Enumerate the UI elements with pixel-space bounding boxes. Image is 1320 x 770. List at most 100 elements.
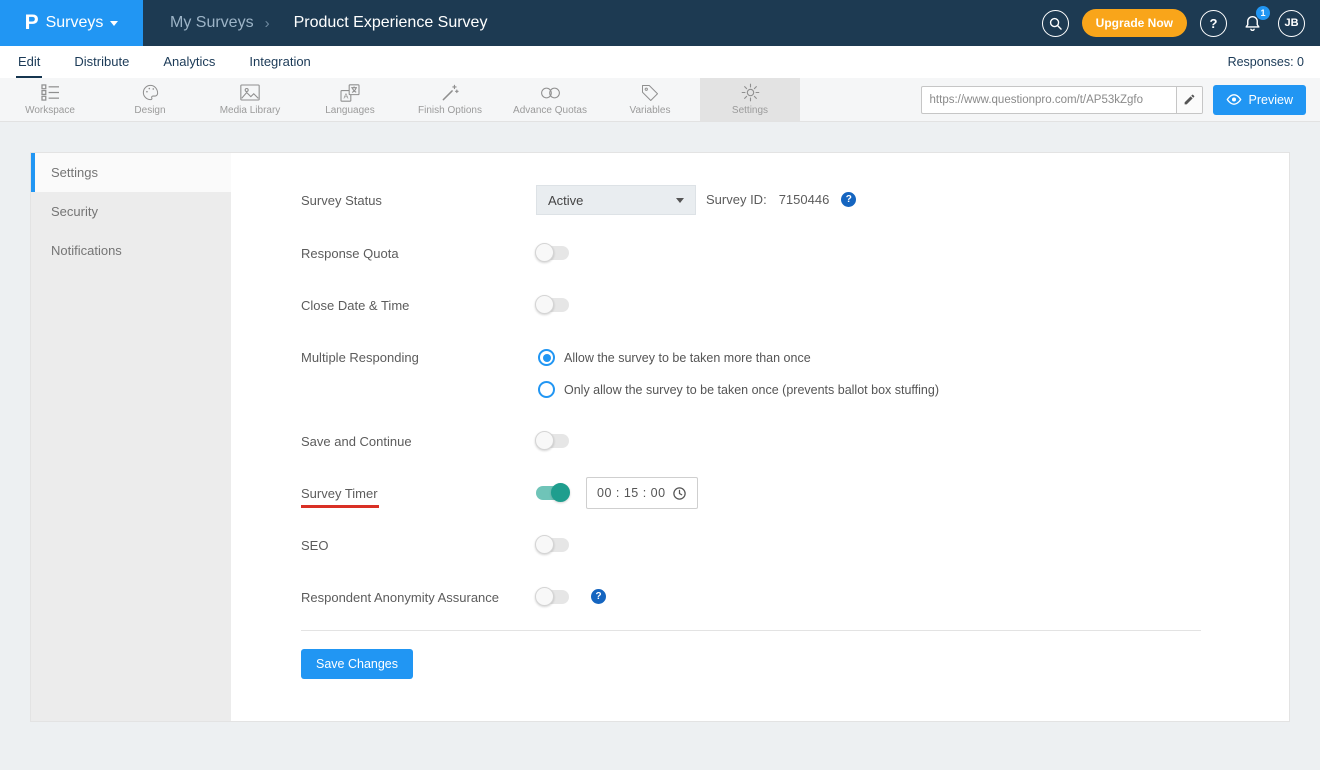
survey-id-value: 7150446 [778,192,830,207]
clock-icon [673,486,686,500]
survey-timer-time-input[interactable]: 00 : 15 : 00 [586,477,698,509]
survey-id-row: Survey ID: 7150446 ? [706,192,857,207]
toolbar-label: Finish Options [418,105,482,116]
toolbar-label: Variables [629,105,671,116]
toolbar-item-workspace[interactable]: Workspace [0,78,100,121]
breadcrumb: My Surveys › Product Experience Survey [170,14,487,32]
section-tabbar: Edit Distribute Analytics Integration Re… [0,46,1320,78]
sidebar-item-security[interactable]: Security [31,192,231,231]
top-navbar: P Surveys My Surveys › Product Experienc… [0,0,1320,46]
upgrade-now-button[interactable]: Upgrade Now [1081,9,1187,37]
notification-badge: 1 [1256,5,1270,20]
pencil-icon [1183,93,1196,106]
survey-id-help-icon[interactable]: ? [841,192,857,207]
languages-icon: A [340,83,360,102]
toolbar-right: Preview [920,78,1320,121]
radio-single-response-only[interactable] [538,381,555,398]
tab-distribute[interactable]: Distribute [72,46,131,78]
toolbar-item-variables[interactable]: Variables [600,78,700,121]
respondent-anonymity-help-icon[interactable]: ? [591,589,606,604]
toolbar-label: Languages [325,105,375,116]
save-changes-button[interactable]: Save Changes [301,649,414,679]
toggle-knob [535,587,554,606]
settings-sidebar: Settings Security Notifications [31,153,231,721]
edit-toolbar: Workspace Design Media Library A Languag… [0,78,1320,122]
respondent-anonymity-toggle[interactable] [535,587,569,606]
finish-options-icon [441,83,460,102]
gear-icon [741,83,760,102]
toolbar-item-design[interactable]: Design [100,78,200,121]
brand-label: Surveys [45,14,104,31]
radio-option-label: Only allow the survey to be taken once (… [564,383,939,397]
variables-icon [641,83,659,102]
preview-label: Preview [1248,92,1293,107]
toolbar-item-languages[interactable]: A Languages [300,78,400,121]
radio-option-label: Allow the survey to be taken more than o… [564,351,811,365]
toolbar-item-finish-options[interactable]: Finish Options [400,78,500,121]
search-button[interactable] [1041,9,1069,37]
seo-toggle[interactable] [535,535,569,554]
survey-url-field [920,85,1203,114]
close-date-time-label: Close Date & Time [301,298,410,313]
survey-status-dropdown[interactable]: Active [536,185,696,215]
radio-multiple-responses-allowed[interactable] [538,349,555,366]
survey-status-label: Survey Status [301,193,382,208]
multiple-responding-label: Multiple Responding [301,350,419,365]
toolbar-label: Design [134,105,166,116]
survey-id-label: Survey ID: [706,192,767,207]
edit-url-button[interactable] [1175,86,1202,113]
toolbar-label: Advance Quotas [513,105,587,116]
toolbar-label: Media Library [219,105,281,116]
tab-analytics[interactable]: Analytics [161,46,217,78]
avatar-initials: JB [1284,17,1299,29]
advance-quotas-icon [540,83,561,102]
close-date-time-toggle[interactable] [535,295,569,314]
survey-timer-annotation-underline [301,505,379,508]
page-title: Product Experience Survey [293,14,488,31]
toolbar-label: Workspace [25,105,75,116]
sidebar-item-notifications[interactable]: Notifications [31,231,231,270]
respondent-anonymity-label: Respondent Anonymity Assurance [301,590,500,605]
toolbar-item-settings[interactable]: Settings [700,78,800,121]
notifications-button[interactable]: 1 [1240,5,1270,36]
question-mark-icon: ? [1209,15,1218,31]
toggle-knob [535,535,554,554]
chevron-down-icon [110,20,119,26]
search-icon [1049,17,1062,30]
help-button[interactable]: ? [1200,9,1227,37]
settings-card: Settings Security Notifications Survey S… [30,152,1290,722]
form-divider [301,630,1201,631]
toggle-knob [535,431,554,450]
toolbar-item-advance-quotas[interactable]: Advance Quotas [500,78,600,121]
navbar-actions: Upgrade Now ? 1 JB [1041,5,1320,37]
save-and-continue-toggle[interactable] [535,431,569,450]
brand-surveys-menu[interactable]: P Surveys [0,0,143,46]
breadcrumb-separator-icon: › [264,14,270,32]
survey-timer-toggle[interactable] [536,483,570,502]
media-library-icon [240,83,260,102]
avatar[interactable]: JB [1278,9,1305,37]
toggle-knob [535,243,554,262]
design-icon [141,83,160,102]
survey-timer-time-value: 00 : 15 : 00 [597,486,666,500]
preview-button[interactable]: Preview [1212,84,1306,115]
seo-label: SEO [301,538,329,553]
survey-url-input[interactable] [921,93,1176,106]
workspace-icon [40,83,60,102]
responses-count: Responses: 0 [1227,55,1304,69]
breadcrumb-my-surveys[interactable]: My Surveys [170,14,254,32]
toggle-knob [535,295,554,314]
questionpro-logo: P [24,11,39,34]
response-quota-toggle[interactable] [535,243,569,262]
survey-timer-label: Survey Timer [301,486,378,501]
tab-edit[interactable]: Edit [16,46,43,78]
tab-integration[interactable]: Integration [247,46,312,78]
svg-text:A: A [343,91,348,100]
chevron-down-icon [676,197,684,203]
toolbar-item-media-library[interactable]: Media Library [200,78,300,121]
sidebar-item-settings[interactable]: Settings [31,153,231,192]
survey-status-value: Active [548,192,584,208]
toggle-knob [551,483,570,502]
save-and-continue-label: Save and Continue [301,434,412,449]
toolbar-label: Settings [731,105,769,116]
